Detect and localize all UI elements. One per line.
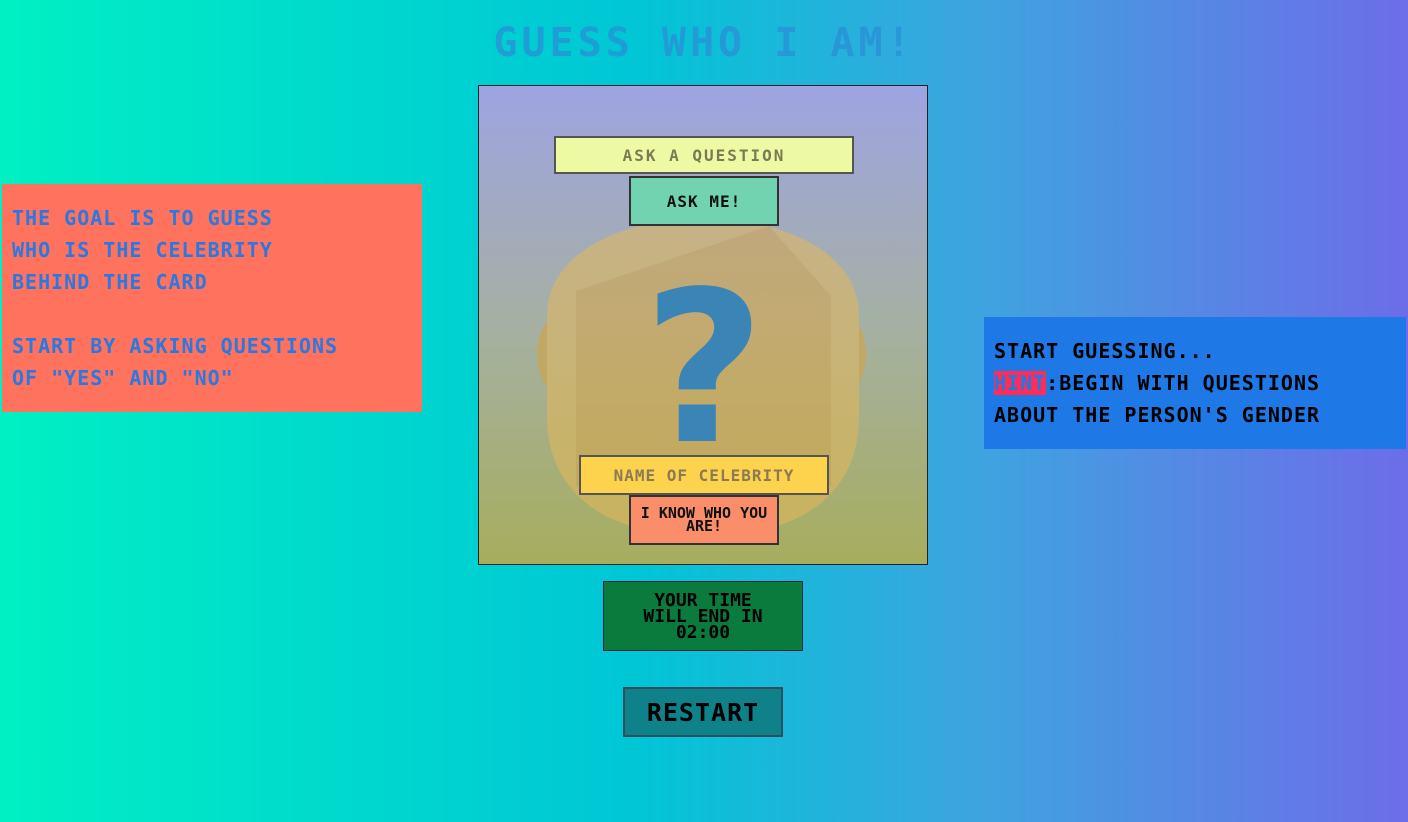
hint-line: HINT:BEGIN WITH QUESTIONS [994,367,1396,399]
hint-line: ABOUT THE PERSON'S GENDER [994,403,1321,427]
timer-value: 02:00 [675,622,731,643]
hint-label: HINT [994,371,1047,395]
game-title: GUESS WHO I AM! [493,20,915,66]
mystery-card: ? ASK ME! I KNOW WHO YOU ARE! [478,85,928,565]
guess-button[interactable]: I KNOW WHO YOU ARE! [629,495,779,545]
rules-line: START BY ASKING QUESTIONS [12,334,339,358]
question-input[interactable] [554,136,854,174]
hint-text: :BEGIN WITH QUESTIONS [1046,371,1321,395]
countdown-timer: YOUR TIME WILL END IN 02:00 [603,581,803,651]
celebrity-name-input[interactable] [579,455,829,495]
restart-button[interactable]: RESTART [623,687,783,737]
rules-panel: THE GOAL IS TO GUESS WHO IS THE CELEBRIT… [2,184,422,412]
hint-panel: START GUESSING... HINT:BEGIN WITH QUESTI… [984,317,1406,449]
hint-line: START GUESSING... [994,339,1216,363]
ask-button[interactable]: ASK ME! [629,176,779,226]
rules-line: THE GOAL IS TO GUESS [12,206,273,230]
rules-line: WHO IS THE CELEBRITY [12,238,273,262]
rules-line: OF "YES" AND "NO" [12,366,234,390]
rules-line: BEHIND THE CARD [12,270,208,294]
